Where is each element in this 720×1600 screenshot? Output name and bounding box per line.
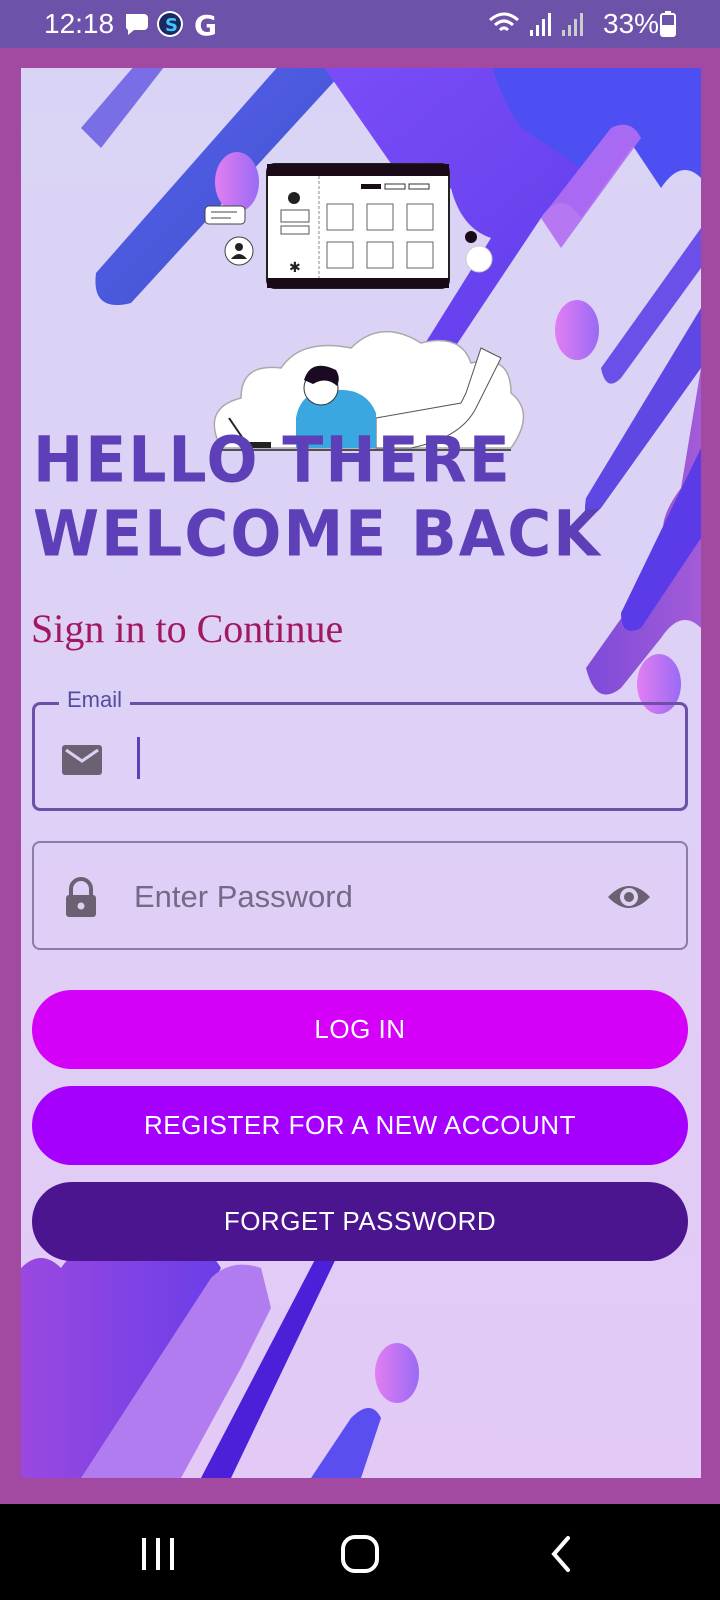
back-icon[interactable] — [532, 1532, 592, 1576]
password-field[interactable] — [32, 841, 688, 950]
lock-icon — [66, 877, 96, 917]
home-icon[interactable] — [330, 1532, 390, 1576]
app-s-icon: S — [157, 11, 183, 37]
login-button[interactable]: LOG IN — [32, 990, 688, 1069]
google-g-icon: G — [194, 9, 217, 40]
wifi-icon — [489, 12, 519, 32]
email-field[interactable]: Email — [32, 687, 688, 811]
email-label: Email — [59, 687, 131, 713]
welcome-illustration: ✱ — [204, 163, 525, 451]
password-input[interactable] — [134, 873, 594, 921]
email-input[interactable] — [135, 735, 595, 783]
mail-icon — [62, 745, 102, 775]
system-nav-bar — [0, 1504, 720, 1600]
svg-text:G: G — [194, 9, 217, 40]
status-bar: 12:18 S G 33% — [0, 0, 720, 48]
chat-bubble-icon — [125, 14, 148, 35]
battery-icon — [660, 11, 676, 37]
signal-icon — [530, 13, 551, 36]
login-screen: ✱ HELLO THERE WELCOME BACK Sign in to Co… — [21, 68, 701, 1478]
show-password-eye-icon[interactable] — [606, 877, 652, 917]
connectivity-icons — [489, 12, 583, 36]
welcome-title: HELLO THERE WELCOME BACK — [33, 424, 673, 571]
svg-text:S: S — [165, 15, 178, 36]
sign-in-subtitle: Sign in to Continue — [31, 606, 344, 651]
status-time: 12:18 — [44, 8, 115, 39]
notification-icons: S G — [125, 9, 217, 40]
forget-password-button[interactable]: FORGET PASSWORD — [32, 1182, 688, 1261]
register-button[interactable]: REGISTER FOR A NEW ACCOUNT — [32, 1086, 688, 1165]
title-line-2: WELCOME BACK — [33, 497, 602, 572]
battery-percent: 33% — [603, 8, 660, 39]
recent-apps-icon[interactable] — [128, 1532, 188, 1576]
svg-text:✱: ✱ — [289, 260, 301, 276]
signal-icon — [562, 13, 583, 36]
title-line-1: HELLO THERE — [33, 424, 512, 498]
